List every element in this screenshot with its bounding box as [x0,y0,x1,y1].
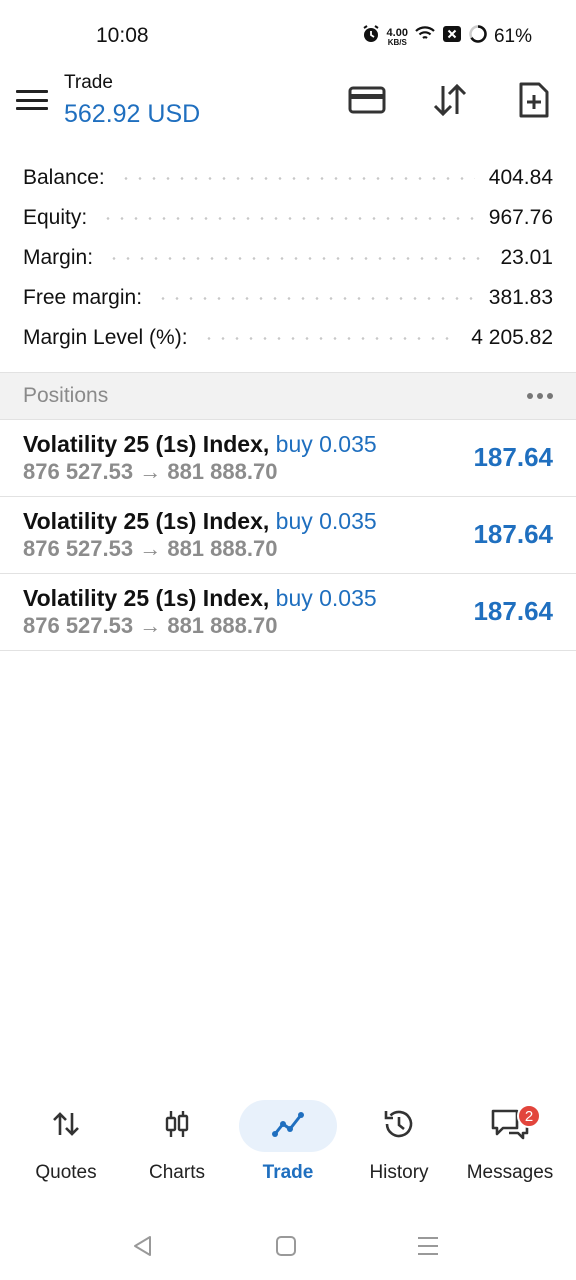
more-options-icon[interactable] [527,393,553,399]
app-header: Trade 562.92 USD [0,72,576,136]
dotted-leader [101,216,475,220]
summary-row-margin: Margin: 23.01 [0,238,576,278]
trade-line-icon [271,1110,305,1143]
new-order-icon[interactable] [514,80,554,120]
dotted-leader [118,176,475,180]
summary-label: Margin Level (%): [23,326,188,349]
battery-percent: 61% [493,26,532,47]
dotted-leader [156,296,475,300]
summary-value: 4 205.82 [471,326,553,349]
summary-value: 404.84 [488,166,553,189]
position-symbol: Volatility 25 (1s) Index, [23,431,270,457]
status-bar: 10:08 4.00 KB/S 61% [0,0,576,72]
nav-item-history[interactable]: History [344,1098,454,1198]
system-nav-bar [0,1218,576,1272]
position-symbol: Volatility 25 (1s) Index, [23,508,270,534]
position-row[interactable]: Volatility 25 (1s) Index, buy 0.035 876 … [0,574,576,651]
messages-badge: 2 [517,1104,541,1128]
status-time: 10:08 [96,24,149,47]
position-side: buy 0.035 [275,431,377,457]
recents-icon[interactable] [414,1232,442,1260]
position-row[interactable]: Volatility 25 (1s) Index, buy 0.035 876 … [0,420,576,497]
summary-value: 381.83 [488,286,553,309]
summary-value: 967.76 [488,206,553,229]
battery-icon [468,24,488,50]
dotted-leader [107,256,487,260]
position-prices: 876 527.53 → 881 888.70 [23,536,278,561]
notification-x-icon [442,25,462,49]
summary-value: 23.01 [500,246,553,269]
positions-title: Positions [23,384,109,407]
account-summary: Balance: 404.84 Equity: 967.76 Margin: 2… [0,158,576,358]
position-row[interactable]: Volatility 25 (1s) Index, buy 0.035 876 … [0,497,576,574]
position-side: buy 0.035 [275,508,377,534]
position-profit: 187.64 [473,442,553,472]
position-prices: 876 527.53 → 881 888.70 [23,459,278,484]
nav-item-charts[interactable]: Charts [122,1098,232,1198]
menu-icon[interactable] [16,86,48,114]
header-balance: 562.92 USD [64,100,201,128]
summary-row-free-margin: Free margin: 381.83 [0,278,576,318]
positions-list: Volatility 25 (1s) Index, buy 0.035 876 … [0,420,576,651]
position-prices: 876 527.53 → 881 888.70 [23,613,278,638]
wallet-card-icon[interactable] [347,80,387,120]
alarm-icon [361,24,381,50]
summary-label: Free margin: [23,286,143,309]
nav-label: Trade [262,1162,314,1183]
summary-label: Balance: [23,166,105,189]
summary-row-balance: Balance: 404.84 [0,158,576,198]
position-profit: 187.64 [473,519,553,549]
position-profit: 187.64 [473,596,553,626]
summary-row-equity: Equity: 967.76 [0,198,576,238]
back-icon[interactable] [128,1232,156,1260]
nav-label: History [369,1162,429,1183]
summary-row-margin-level: Margin Level (%): 4 205.82 [0,318,576,358]
nav-label: Quotes [35,1162,97,1183]
nav-label: Charts [149,1162,205,1183]
bottom-nav: Quotes Charts Trade History 2 Messages [0,1098,576,1198]
dotted-leader [201,336,458,340]
nav-item-messages[interactable]: 2 Messages [455,1098,565,1198]
position-symbol: Volatility 25 (1s) Index, [23,585,270,611]
nav-item-quotes[interactable]: Quotes [11,1098,121,1198]
positions-header: Positions [0,372,576,420]
status-icons: 4.00 KB/S 61% [361,24,532,50]
nav-item-trade[interactable]: Trade [233,1098,343,1198]
net-speed: 4.00 KB/S [386,26,408,47]
nav-label: Messages [466,1162,554,1183]
summary-label: Margin: [23,246,94,269]
candlestick-icon [163,1109,191,1144]
page-title: Trade [64,72,113,93]
wifi-icon [414,25,436,49]
summary-label: Equity: [23,206,88,229]
history-clock-icon [382,1107,416,1146]
sort-arrows-icon[interactable] [430,80,470,120]
quotes-arrows-icon [51,1111,81,1142]
home-icon[interactable] [272,1232,300,1260]
position-side: buy 0.035 [275,585,377,611]
